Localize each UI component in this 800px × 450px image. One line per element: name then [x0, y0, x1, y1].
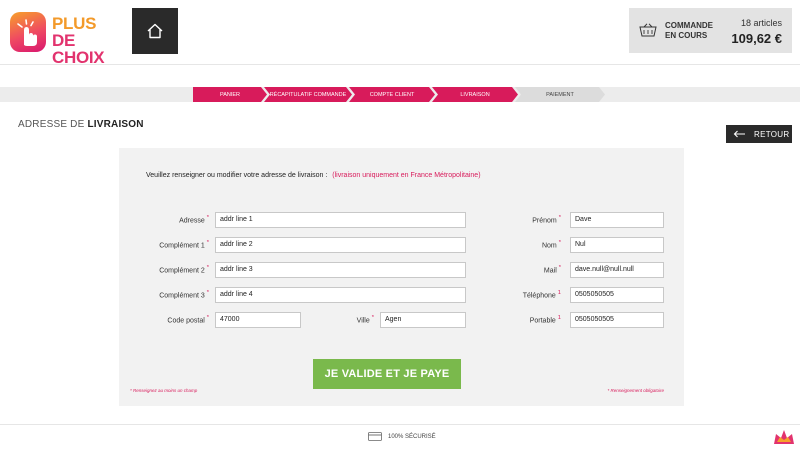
required-mark: *: [558, 240, 561, 246]
label-ville: Ville *: [357, 315, 374, 324]
label-code-postal-text: Code postal: [167, 317, 205, 325]
label-nom: Nom *: [542, 240, 561, 249]
form-intro: Veuillez renseigner ou modifier votre ad…: [146, 172, 481, 179]
brand-badge-icon: [774, 430, 794, 444]
label-adresse: Adresse *: [179, 215, 209, 224]
required-mark: *: [558, 215, 561, 221]
cart-total: 109,62 €: [731, 31, 782, 46]
note-required: * Renseignement obligatoire: [607, 388, 664, 393]
step-livraison[interactable]: LIVRAISON: [432, 87, 518, 102]
label-telephone: Téléphone 1: [523, 290, 561, 299]
back-button-label: RETOUR: [754, 129, 790, 139]
page-title: ADRESSE DE LIVRAISON: [18, 119, 144, 130]
label-code-postal: Code postal *: [167, 315, 209, 324]
label-mail-text: Mail: [543, 267, 557, 275]
page-title-light: ADRESSE DE: [18, 119, 85, 130]
step-panier[interactable]: PANIER: [193, 87, 267, 102]
complement3-field[interactable]: addr line 4: [215, 287, 466, 303]
label-complement1-text: Complément 1: [159, 242, 205, 250]
prenom-field[interactable]: Dave: [570, 212, 664, 228]
brand-name: PLUS DE CHOIX: [52, 15, 122, 66]
label-prenom: Prénom *: [532, 215, 561, 224]
step-recapitulatif[interactable]: RÉCAPITULATIF COMMANDE: [264, 87, 352, 102]
secure-notice: 100% SÉCURISÉ: [368, 432, 436, 441]
brand-line2: DE CHOIX: [52, 31, 105, 67]
label-telephone-text: Téléphone: [522, 292, 556, 300]
required-mark: *: [558, 265, 561, 271]
cart-count: 18 articles: [740, 18, 782, 28]
page-title-bold: LIVRAISON: [87, 119, 144, 130]
form-intro-note: (livraison uniquement en France Métropol…: [332, 172, 481, 179]
validate-and-pay-button[interactable]: JE VALIDE ET JE PAYE: [313, 359, 461, 389]
label-prenom-text: Prénom: [532, 217, 557, 225]
required-mark: *: [371, 315, 374, 321]
required-mark: *: [206, 315, 209, 321]
label-mail: Mail *: [544, 265, 561, 274]
required-mark: *: [206, 215, 209, 221]
header-divider: [0, 64, 800, 65]
brand-line1: PLUS: [52, 14, 97, 33]
ville-field[interactable]: Agen: [380, 312, 466, 328]
step-compte-client[interactable]: COMPTE CLIENT: [349, 87, 435, 102]
required-mark: *: [206, 240, 209, 246]
complement1-field[interactable]: addr line 2: [215, 237, 466, 253]
label-complement3-text: Complément 3: [159, 292, 205, 300]
cart-label: COMMANDE EN COURS: [665, 21, 713, 41]
label-portable-text: Portable: [529, 317, 556, 325]
required-mark: 1: [557, 290, 561, 296]
label-adresse-text: Adresse: [179, 217, 205, 225]
required-mark: 1: [557, 315, 561, 321]
label-complement2: Complément 2 *: [159, 265, 209, 274]
required-mark: *: [206, 265, 209, 271]
label-nom-text: Nom: [541, 242, 557, 250]
label-ville-text: Ville: [356, 317, 370, 325]
portable-field[interactable]: 0505050505: [570, 312, 664, 328]
adresse-field[interactable]: addr line 1: [215, 212, 466, 228]
card-icon: [368, 432, 382, 441]
label-portable: Portable 1: [530, 315, 561, 324]
arrow-left-icon: [733, 130, 745, 138]
cart-label-line1: COMMANDE: [665, 21, 713, 30]
step-paiement[interactable]: PAIEMENT: [515, 87, 605, 102]
complement2-field[interactable]: addr line 3: [215, 262, 466, 278]
hand-pointer-icon: [10, 12, 46, 52]
back-button[interactable]: RETOUR: [726, 125, 792, 143]
code-postal-field[interactable]: 47000: [215, 312, 301, 328]
home-icon: [147, 23, 163, 39]
nom-field[interactable]: Nul: [570, 237, 664, 253]
home-button[interactable]: [132, 8, 178, 54]
required-mark: *: [206, 290, 209, 296]
note-at-least-one: * Renseignez au moins un champ: [130, 388, 198, 393]
delivery-form: Veuillez renseigner ou modifier votre ad…: [119, 148, 684, 406]
label-complement3: Complément 3 *: [159, 290, 209, 299]
label-complement1: Complément 1 *: [159, 240, 209, 249]
label-complement2-text: Complément 2: [159, 267, 205, 275]
cart-label-line2: EN COURS: [665, 31, 708, 40]
secure-text: 100% SÉCURISÉ: [388, 433, 436, 440]
brand-logo[interactable]: PLUS DE CHOIX: [10, 12, 122, 66]
cart-summary[interactable]: COMMANDE EN COURS 18 articles 109,62 €: [629, 8, 792, 53]
mail-field[interactable]: dave.null@null.null: [570, 262, 664, 278]
form-intro-text: Veuillez renseigner ou modifier votre ad…: [146, 172, 328, 179]
basket-icon: [639, 23, 657, 37]
telephone-field[interactable]: 0505050505: [570, 287, 664, 303]
footer-divider: [0, 424, 800, 425]
page: PLUS DE CHOIX COMMANDE EN COURS 18 artic…: [0, 0, 800, 450]
